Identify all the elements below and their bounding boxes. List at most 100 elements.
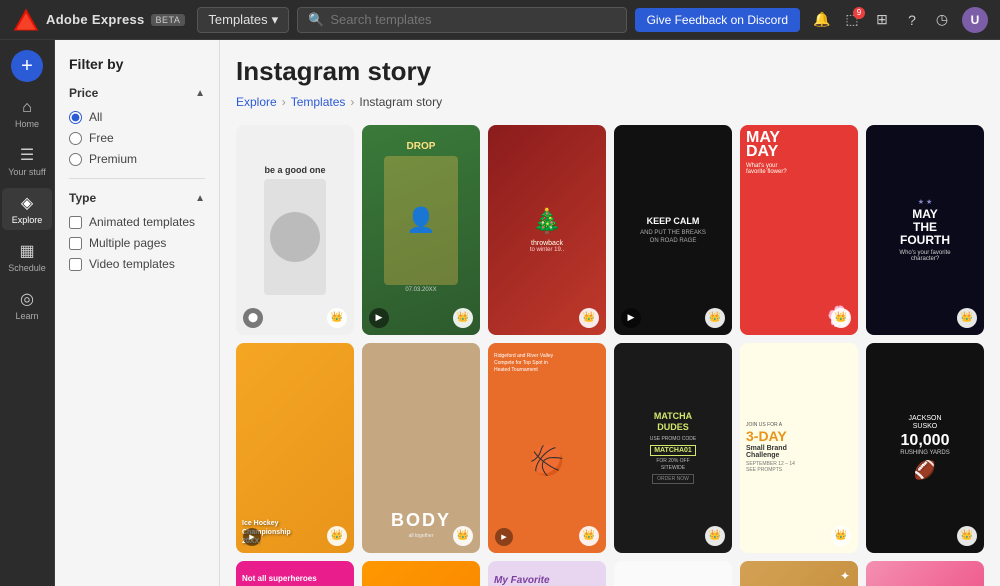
breadcrumb: Explore › Templates › Instagram story (236, 95, 984, 109)
explore-icon: ◈ (21, 193, 33, 213)
beta-badge: BETA (151, 14, 186, 26)
apps-icon[interactable]: ⊞ (872, 10, 892, 30)
sidebar-item-schedule[interactable]: ▦ Schedule (2, 236, 52, 278)
filter-video-checkbox[interactable] (69, 258, 82, 271)
filter-free-label: Free (89, 131, 114, 145)
breadcrumb-explore[interactable]: Explore (236, 95, 277, 109)
template-flower[interactable]: 🐓 👑 (362, 561, 480, 586)
template-badge-0: 👑 (327, 308, 347, 328)
search-input[interactable] (330, 12, 615, 27)
create-button[interactable]: + (11, 50, 43, 82)
template-play-3: ▶ (621, 308, 641, 328)
templates-grid-row3: Not all superheroeswear capes! 👑 🐓 👑 My … (236, 561, 984, 586)
filter-multiple-pages[interactable]: Multiple pages (69, 236, 205, 250)
template-play-1: ▶ (369, 308, 389, 328)
help-icon[interactable]: ? (902, 10, 922, 30)
page-title: Instagram story (236, 56, 984, 87)
templates-dropdown[interactable]: Templates ▾ (197, 7, 289, 33)
templates-dropdown-label: Templates (208, 12, 267, 27)
filter-type-header: Type ▲ (69, 191, 205, 205)
sidebar-schedule-label: Schedule (8, 263, 46, 273)
filter-price-label: Price (69, 86, 98, 100)
template-badge-6: 👑 (327, 526, 347, 546)
sidebar-item-your-stuff[interactable]: ☰ Your stuff (2, 140, 52, 182)
filter-video[interactable]: Video templates (69, 257, 205, 271)
nav-icons: 🔔 ⬚ 9 ⊞ ? ◷ U (812, 7, 988, 33)
filter-panel: Filter by Price ▲ All Free Premium Type … (55, 40, 220, 586)
template-keep-calm[interactable]: KEEP CALM AND PUT THE BREAKS ON ROAD RAG… (614, 125, 732, 335)
app-name-label: Adobe Express (46, 12, 145, 27)
breadcrumb-current: Instagram story (359, 95, 442, 109)
plus-icon: + (21, 55, 33, 78)
template-brand-challenge[interactable]: JOIN US FOR A 3-DAY Small BrandChallenge… (740, 343, 858, 553)
filter-price-free[interactable]: Free (69, 131, 205, 145)
filter-animated[interactable]: Animated templates (69, 215, 205, 229)
template-matcha[interactable]: MATCHADUDES USE PROMO CODE MATCHA01 FOR … (614, 343, 732, 553)
filter-title: Filter by (69, 56, 205, 72)
filter-price-premium-radio[interactable] (69, 153, 82, 166)
filter-price-header: Price ▲ (69, 86, 205, 100)
template-christmas[interactable]: 🎄 throwback to winter 19.. 👑 (488, 125, 606, 335)
sidebar-learn-label: Learn (15, 311, 38, 321)
star-icon: ✦ (840, 569, 850, 583)
history-icon[interactable]: ◷ (932, 10, 952, 30)
filter-multiple-label: Multiple pages (89, 236, 166, 250)
template-good-jewel[interactable]: FOR SPECIAL PRESENTS THEGOODJEWEL OPEN S… (614, 561, 732, 586)
filter-premium-label: Premium (89, 152, 137, 166)
template-play-8: ▶ (495, 528, 513, 546)
notification-badge: 9 (853, 7, 865, 19)
template-my-favorite[interactable]: My Favorite 👑 (488, 561, 606, 586)
main-layout: + ⌂ Home ☰ Your stuff ◈ Explore ▦ Schedu… (0, 40, 1000, 586)
filter-price-premium[interactable]: Premium (69, 152, 205, 166)
feedback-button[interactable]: Give Feedback on Discord (635, 8, 800, 32)
template-badge-5: 👑 (957, 308, 977, 328)
breadcrumb-templates[interactable]: Templates (291, 95, 346, 109)
template-drop[interactable]: DROP 👤 07.03.20XX 👑 ▶ (362, 125, 480, 335)
breadcrumb-sep-2: › (350, 95, 354, 109)
home-icon: ⌂ (22, 99, 32, 117)
sidebar-item-home[interactable]: ⌂ Home (2, 94, 52, 134)
template-may-day[interactable]: MAYDAY What's your favorite flower? 🌸 👑 (740, 125, 858, 335)
user-avatar[interactable]: U (962, 7, 988, 33)
template-play-0: ⬤ (243, 308, 263, 328)
sidebar-your-stuff-label: Your stuff (8, 167, 46, 177)
filter-animated-checkbox[interactable] (69, 216, 82, 229)
filter-divider (69, 178, 205, 179)
filter-animated-label: Animated templates (89, 215, 195, 229)
template-body[interactable]: BODY all together 👑 (362, 343, 480, 553)
schedule-icon: ▦ (19, 241, 34, 261)
search-bar[interactable]: 🔍 (297, 7, 626, 33)
your-stuff-icon: ☰ (20, 145, 34, 165)
template-badge-8: 👑 (579, 526, 599, 546)
template-superhero[interactable]: Not all superheroeswear capes! 👑 (236, 561, 354, 586)
template-badge-4: 👑 (831, 308, 851, 328)
app-logo: Adobe Express BETA (12, 6, 185, 34)
breadcrumb-sep-1: › (282, 95, 286, 109)
collapse-type-icon[interactable]: ▲ (195, 193, 205, 204)
template-be-good[interactable]: be a good one 👑 ⬤ (236, 125, 354, 335)
collapse-price-icon[interactable]: ▲ (195, 88, 205, 99)
template-ice-hockey[interactable]: Ice HockeyChampionship20XX 👑 ▶ (236, 343, 354, 553)
filter-price-free-radio[interactable] (69, 132, 82, 145)
notification-icon[interactable]: ⬚ 9 (842, 10, 862, 30)
sidebar-item-learn[interactable]: ◎ Learn (2, 284, 52, 326)
bell-icon[interactable]: 🔔 (812, 10, 832, 30)
template-play-6: ▶ (243, 528, 261, 546)
template-pink-last[interactable]: (just a template) 👑 (866, 561, 984, 586)
template-good-morning[interactable]: GoodMorning 👑 ✦ (740, 561, 858, 586)
templates-grid: be a good one 👑 ⬤ DROP 👤 07.03.2 (236, 125, 984, 335)
filter-price-all[interactable]: All (69, 110, 205, 124)
template-badge-10: 👑 (831, 526, 851, 546)
learn-icon: ◎ (20, 289, 34, 309)
search-icon: 🔍 (308, 12, 324, 28)
chevron-down-icon: ▾ (272, 12, 279, 28)
templates-grid-row2: Ice HockeyChampionship20XX 👑 ▶ BODY all … (236, 343, 984, 553)
sidebar-home-label: Home (15, 119, 39, 129)
filter-price-all-radio[interactable] (69, 111, 82, 124)
template-jackson[interactable]: JACKSONSUSKO 10,000 RUSHING YARDS 🏈 👑 (866, 343, 984, 553)
template-may-fourth[interactable]: ★ ★ MAYTHEFOURTH Who's your favoritechar… (866, 125, 984, 335)
filter-multiple-pages-checkbox[interactable] (69, 237, 82, 250)
sidebar-item-explore[interactable]: ◈ Explore (2, 188, 52, 230)
content-area: Filter by Price ▲ All Free Premium Type … (55, 40, 1000, 586)
template-basketball[interactable]: Ridgeford and River ValleyCompete for To… (488, 343, 606, 553)
